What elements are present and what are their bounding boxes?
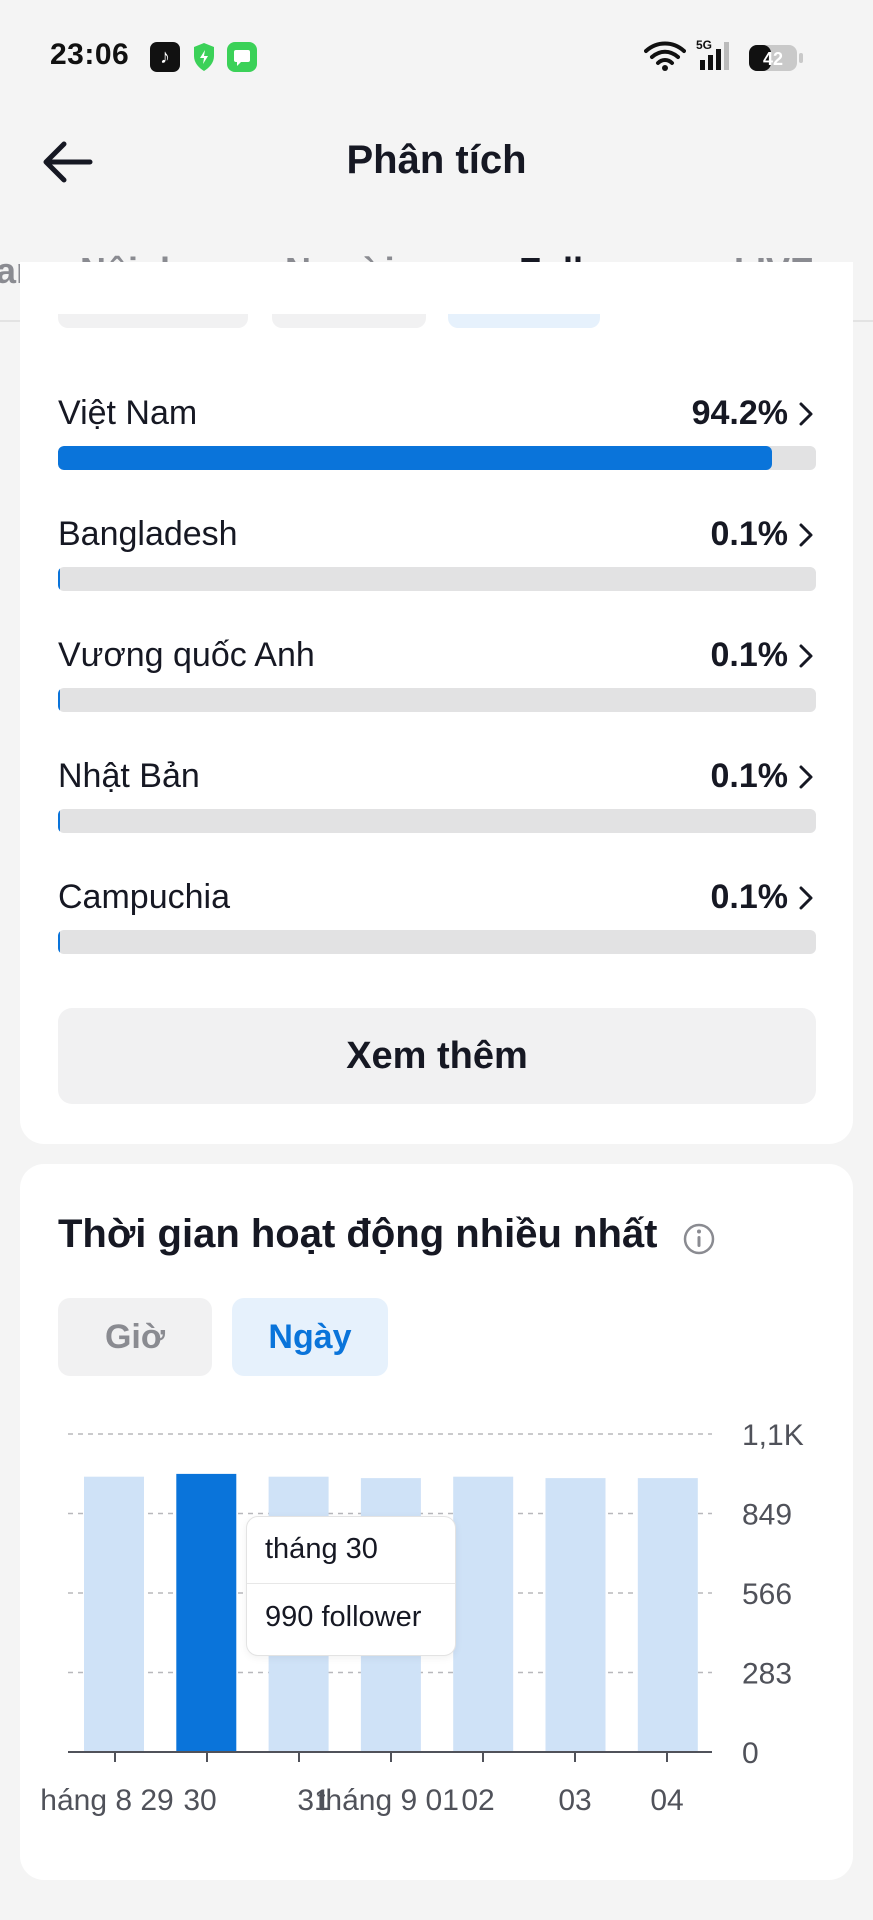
country-percent: 0.1% xyxy=(710,757,789,795)
y-tick-label: 0 xyxy=(742,1737,759,1770)
filter-chip[interactable] xyxy=(58,314,248,328)
progress-track xyxy=(58,567,816,591)
app-screen: 23:06 ♪ 5G 42 Phân tích an Nội dung Ngườ… xyxy=(0,0,873,1920)
header: Phân tích xyxy=(0,110,873,220)
chart-bar xyxy=(453,1476,514,1752)
segment-day[interactable]: Ngày xyxy=(232,1298,388,1376)
filter-chip[interactable] xyxy=(272,314,426,328)
filter-chip-selected[interactable] xyxy=(448,314,600,328)
y-tick-label: 566 xyxy=(742,1578,792,1611)
x-tick-label: 03 xyxy=(558,1784,591,1817)
tooltip-value: 990 follower xyxy=(265,1601,422,1633)
signal-icon: 5G xyxy=(696,38,736,72)
country-percent: 0.1% xyxy=(710,515,789,553)
x-tick-label: 02 xyxy=(461,1784,494,1817)
progress-track xyxy=(58,688,816,712)
chevron-right-icon xyxy=(799,765,813,789)
country-name: Nhật Bản xyxy=(58,757,200,795)
progress-fill xyxy=(58,567,60,591)
chart-bar xyxy=(637,1478,698,1752)
chevron-right-icon xyxy=(799,644,813,668)
svg-text:42: 42 xyxy=(763,49,783,69)
message-icon xyxy=(227,42,257,72)
y-tick-label: 1,1K xyxy=(742,1419,804,1452)
chart-tooltip: tháng 30 990 follower xyxy=(246,1516,456,1656)
country-row[interactable]: Việt Nam 94.2% xyxy=(58,394,816,494)
info-icon[interactable] xyxy=(682,1222,716,1256)
chevron-right-icon xyxy=(799,523,813,547)
country-row[interactable]: Vương quốc Anh 0.1% xyxy=(58,636,816,736)
shield-icon xyxy=(192,42,216,72)
page-title: Phân tích xyxy=(346,138,527,182)
chart-bar xyxy=(84,1476,144,1752)
progress-track xyxy=(58,930,816,954)
tiktok-icon: ♪ xyxy=(150,42,180,72)
section-title: Thời gian hoạt động nhiều nhất xyxy=(58,1212,658,1256)
see-more-button[interactable]: Xem thêm xyxy=(58,1008,816,1104)
x-tick-label: tháng 9 01 xyxy=(317,1784,459,1817)
progress-fill xyxy=(58,446,773,470)
country-name: Vương quốc Anh xyxy=(58,636,315,674)
country-percent: 0.1% xyxy=(710,878,789,916)
country-percent: 0.1% xyxy=(710,636,789,674)
tooltip-date: tháng 30 xyxy=(265,1533,378,1565)
progress-fill xyxy=(58,930,60,954)
y-tick-label: 283 xyxy=(742,1658,792,1691)
y-tick-label: 849 xyxy=(742,1499,792,1532)
progress-track xyxy=(58,809,816,833)
chart-bar xyxy=(176,1473,237,1752)
country-percent: 94.2% xyxy=(691,394,788,432)
tooltip-divider xyxy=(247,1583,455,1584)
progress-fill xyxy=(58,809,60,833)
chart-bar xyxy=(545,1478,606,1752)
x-tick-label: háng 8 29 xyxy=(40,1784,173,1817)
country-row[interactable]: Bangladesh 0.1% xyxy=(58,515,816,615)
country-name: Việt Nam xyxy=(58,394,198,432)
chevron-right-icon xyxy=(799,402,813,426)
country-name: Bangladesh xyxy=(58,515,238,553)
x-tick-label: 30 xyxy=(183,1784,216,1817)
country-row[interactable]: Nhật Bản 0.1% xyxy=(58,757,816,857)
status-bar: 23:06 ♪ 5G 42 xyxy=(0,0,873,110)
chevron-right-icon xyxy=(799,886,813,910)
progress-track xyxy=(58,446,816,470)
wifi-icon xyxy=(644,40,686,72)
country-row[interactable]: Campuchia 0.1% xyxy=(58,878,816,978)
svg-text:5G: 5G xyxy=(696,38,712,52)
progress-fill xyxy=(58,688,60,712)
battery-icon: 42 xyxy=(748,44,804,72)
segment-hour[interactable]: Giờ xyxy=(58,1298,212,1376)
country-name: Campuchia xyxy=(58,878,230,916)
x-tick-label: 04 xyxy=(650,1784,683,1817)
status-time: 23:06 xyxy=(50,38,130,71)
